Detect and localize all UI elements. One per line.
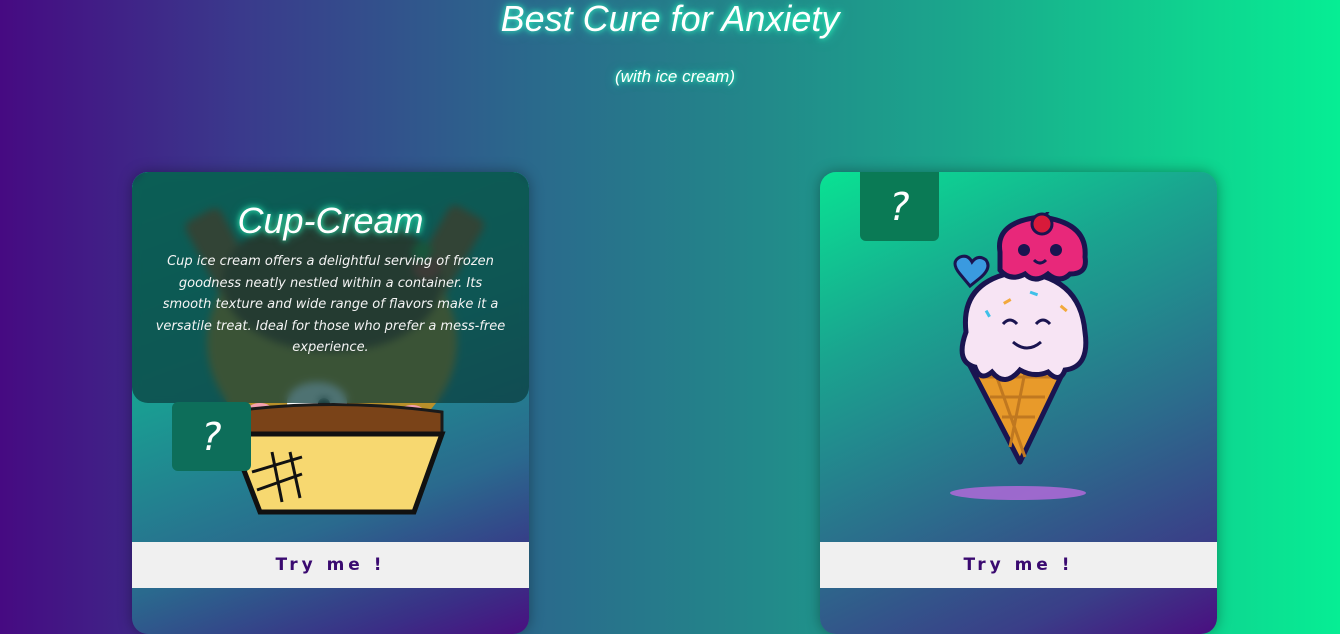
try-me-button[interactable]: Try me !: [132, 542, 529, 588]
page-title: Best Cure for Anxiety: [500, 0, 840, 39]
card-cup-cream[interactable]: Cup-Cream Cup ice cream offers a delight…: [132, 172, 529, 634]
card-title: Cup-Cream: [237, 200, 424, 241]
card-info-overlay: Cup-Cream Cup ice cream offers a delight…: [132, 172, 529, 403]
question-badge: ?: [172, 402, 251, 471]
card-description: Cup ice cream offers a delightful servin…: [155, 254, 506, 355]
cone-ice-cream-icon: [950, 212, 1089, 500]
try-me-button[interactable]: Try me !: [820, 542, 1217, 588]
page-subtitle: (with ice cream): [615, 67, 735, 86]
card-cone-cream[interactable]: ? Try me !: [820, 172, 1217, 634]
